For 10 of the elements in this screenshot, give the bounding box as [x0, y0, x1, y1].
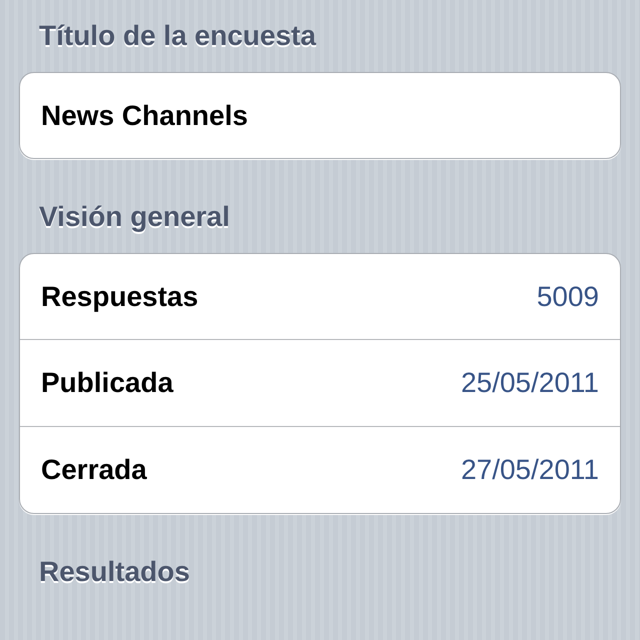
- row-value: 25/05/2011: [460, 367, 599, 399]
- row-value: 27/05/2011: [460, 454, 599, 486]
- row-label: Respuestas: [41, 280, 198, 312]
- section-header: Visión general: [38, 200, 231, 234]
- row-label: Cerrada: [41, 454, 147, 486]
- row-label: News Channels: [41, 100, 248, 132]
- row-value: 5009: [536, 280, 599, 312]
- section-header: Resultados: [38, 555, 191, 589]
- row-label: Publicada: [41, 367, 174, 399]
- section-header: Título de la encuesta: [38, 19, 318, 53]
